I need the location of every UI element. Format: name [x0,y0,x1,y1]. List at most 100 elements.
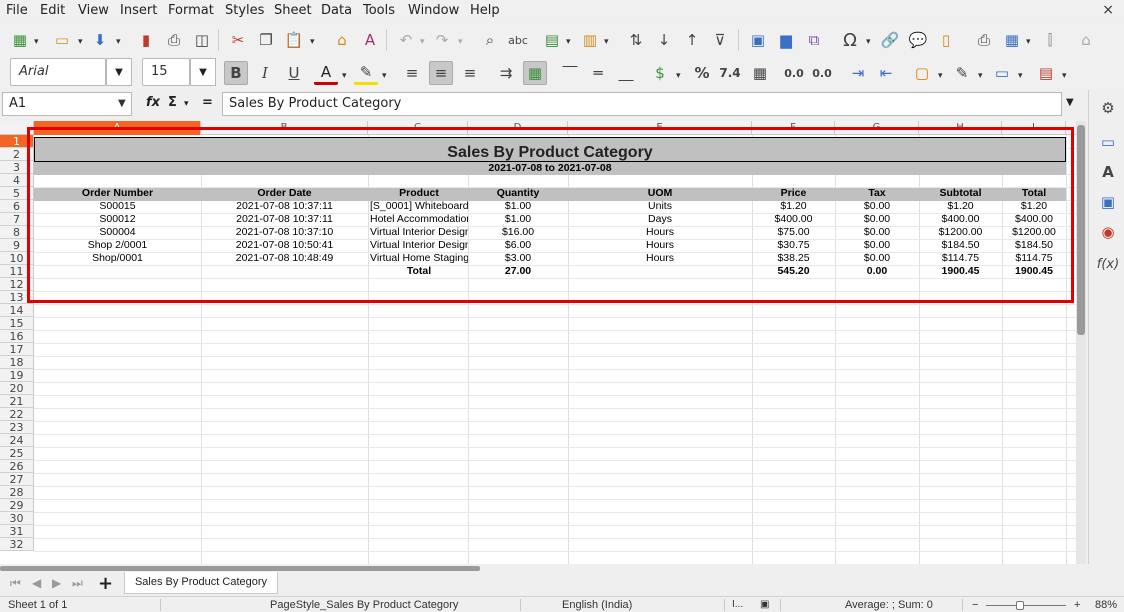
chevron-down-icon[interactable]: ▾ [866,37,871,47]
column-header-a[interactable]: A [34,121,201,135]
row-header-23[interactable]: 23 [0,421,34,434]
chevron-down-icon[interactable]: ▾ [566,37,571,47]
zoom-in-icon[interactable]: + [1074,599,1080,611]
border-style-icon[interactable]: ✎ [950,61,974,85]
row-header-24[interactable]: 24 [0,434,34,447]
align-top-icon[interactable]: ⎺ [558,61,582,85]
table-cell[interactable]: $400.00 [1002,213,1066,226]
currency-format-icon[interactable]: $ [648,61,672,85]
percent-format-icon[interactable]: % [690,61,714,85]
table-cell[interactable]: Shop 2/0001 [34,239,201,252]
show-draw-functions-icon[interactable]: ⌂ [1074,28,1098,52]
last-sheet-icon[interactable]: ⏭ [72,576,83,591]
column-heading[interactable]: Order Number [34,187,201,200]
row-header-22[interactable]: 22 [0,408,34,421]
row-header-8[interactable]: 8 [0,226,34,239]
column-header-h[interactable]: H [919,121,1002,135]
gallery-icon[interactable]: ▣ [1096,190,1120,214]
row-header-2[interactable]: 2 [0,148,34,161]
special-character-icon[interactable]: Ω [838,28,862,52]
report-title[interactable]: Sales By Product Category [34,137,1066,162]
table-cell[interactable]: $1.20 [919,200,1002,213]
table-cell[interactable]: S00012 [34,213,201,226]
sort-descending-icon[interactable]: ↑ [680,28,704,52]
name-box[interactable]: A1 [2,92,132,116]
chevron-down-icon[interactable]: ▾ [116,37,121,47]
menu-styles[interactable]: Styles [225,3,264,18]
borders-icon[interactable]: ▢ [910,61,934,85]
spellcheck-icon[interactable]: abc [506,28,530,52]
selection-mode-icon[interactable]: ▣ [760,599,769,610]
chevron-down-icon[interactable]: ▾ [382,71,387,81]
chevron-down-icon[interactable]: ▼ [190,58,216,86]
table-cell[interactable]: Days [568,213,752,226]
sort-icon[interactable]: ⇅ [624,28,648,52]
highlight-color-icon[interactable]: ✎ [354,61,378,85]
conditional-format-icon[interactable]: ▤ [1034,61,1058,85]
formula-icon[interactable]: = [202,95,213,110]
table-cell[interactable]: [S_0001] Whiteboard [370,200,468,213]
total-label[interactable]: Total [370,265,468,278]
table-cell[interactable]: Hours [568,252,752,265]
table-cell[interactable]: S00015 [34,200,201,213]
column-heading[interactable]: Quantity [468,187,568,200]
table-cell[interactable]: $1.00 [468,200,568,213]
total-price[interactable]: 545.20 [752,265,835,278]
freeze-rows-icon[interactable]: ▦ [1000,28,1024,52]
row-header-17[interactable]: 17 [0,343,34,356]
align-bottom-icon[interactable]: ⎽ [614,61,638,85]
row-header-20[interactable]: 20 [0,382,34,395]
zoom-level[interactable]: 88% [1095,599,1117,611]
redo-icon[interactable]: ↷ [430,28,454,52]
row-header-4[interactable]: 4 [0,174,34,187]
function-wizard-icon[interactable]: fx [146,95,160,110]
menu-file[interactable]: File [6,3,28,18]
table-cell[interactable]: $6.00 [468,239,568,252]
table-cell[interactable]: $114.75 [919,252,1002,265]
column-header-c[interactable]: C [368,121,468,135]
sum-icon[interactable]: Σ [168,95,177,110]
functions-icon[interactable]: f(x) [1096,252,1120,276]
table-cell[interactable]: $1200.00 [919,226,1002,239]
zoom-out-icon[interactable]: − [972,599,978,611]
table-cell[interactable]: 2021-07-08 10:37:10 [201,226,368,239]
font-size-box[interactable]: 15 [142,58,190,86]
total-amount[interactable]: 1900.45 [1002,265,1066,278]
row-header-19[interactable]: 19 [0,369,34,382]
table-cell[interactable]: 2021-07-08 10:37:11 [201,213,368,226]
table-cell[interactable]: $1.20 [752,200,835,213]
sort-ascending-icon[interactable]: ↓ [652,28,676,52]
menu-format[interactable]: Format [168,3,214,18]
row-header-28[interactable]: 28 [0,486,34,499]
row-header-25[interactable]: 25 [0,447,34,460]
table-cell[interactable]: 2021-07-08 10:37:11 [201,200,368,213]
table-cell[interactable]: $16.00 [468,226,568,239]
table-cell[interactable]: $1.20 [1002,200,1066,213]
increase-indent-icon[interactable]: ⇥ [846,61,870,85]
table-cell[interactable]: $30.75 [752,239,835,252]
headers-footers-icon[interactable]: ▯ [934,28,958,52]
menu-edit[interactable]: Edit [40,3,65,18]
table-cell[interactable]: $38.25 [752,252,835,265]
bold-button[interactable]: B [224,61,248,85]
comment-icon[interactable]: 💬 [906,28,930,52]
align-middle-icon[interactable]: ═ [586,61,610,85]
table-cell[interactable]: $114.75 [1002,252,1066,265]
add-decimal-icon[interactable]: 0.0 [782,61,806,85]
underline-button[interactable]: U [282,61,306,85]
table-cell[interactable]: $0.00 [835,226,919,239]
table-cell[interactable]: Virtual Home Staging [370,252,468,265]
row-header-21[interactable]: 21 [0,395,34,408]
sheet-tab[interactable]: Sales By Product Category [124,572,278,594]
table-cell[interactable]: S00004 [34,226,201,239]
table-cell[interactable]: Units [568,200,752,213]
autofilter-icon[interactable]: ⊽ [708,28,732,52]
chevron-down-icon[interactable]: ▾ [1062,71,1067,81]
table-cell[interactable]: $75.00 [752,226,835,239]
horizontal-scroll-thumb[interactable] [0,566,480,571]
select-all-corner[interactable] [0,121,34,135]
zoom-slider-handle[interactable] [1016,601,1024,610]
open-folder-icon[interactable]: ▭ [50,28,74,52]
chevron-down-icon[interactable]: ▾ [34,37,39,47]
column-heading[interactable]: Price [752,187,835,200]
